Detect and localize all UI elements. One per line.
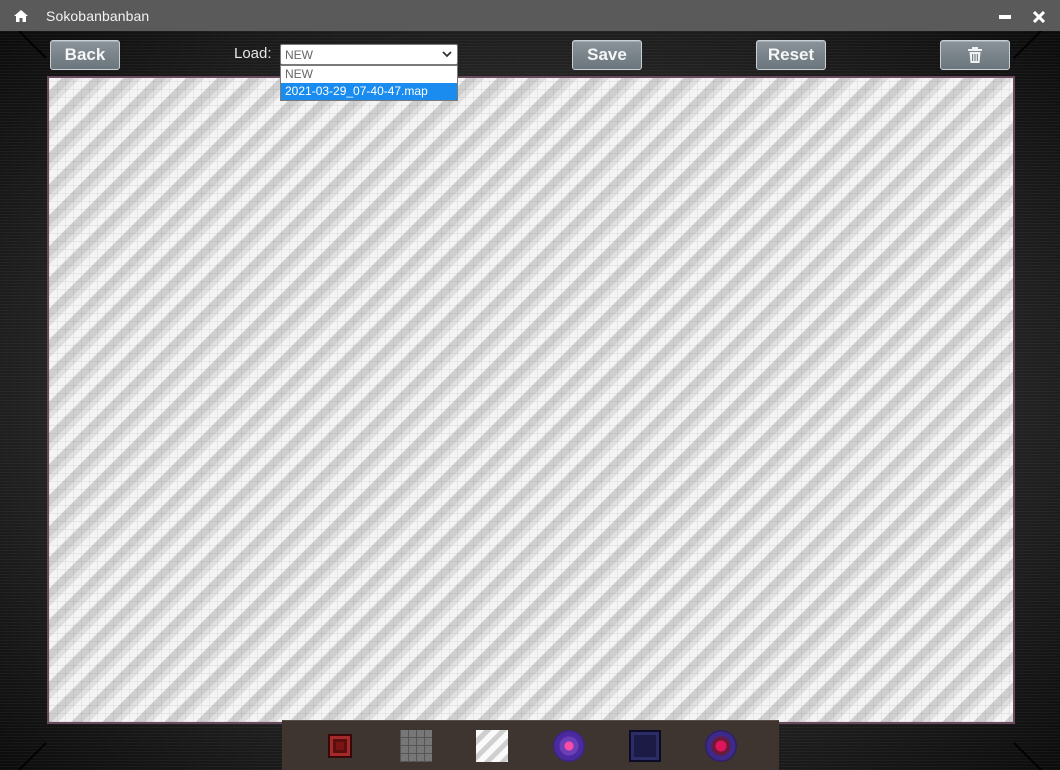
frame-corner-decoration — [3, 31, 47, 59]
delete-button[interactable] — [940, 40, 1010, 70]
back-button[interactable]: Back — [50, 40, 120, 70]
save-button[interactable]: Save — [572, 40, 642, 70]
palette-empty-tile[interactable] — [476, 729, 509, 762]
dropdown-option-map[interactable]: 2021-03-29_07-40-47.map — [281, 83, 457, 100]
close-icon[interactable] — [1032, 10, 1046, 23]
palette-box-tile[interactable] — [628, 729, 661, 762]
window-title: Sokobanbanban — [46, 7, 150, 24]
load-select-value: NEW — [285, 47, 313, 62]
load-select[interactable]: NEW — [280, 44, 458, 65]
window-controls — [999, 10, 1046, 23]
palette-player-tile[interactable] — [704, 729, 737, 762]
trash-icon — [968, 47, 982, 63]
title-bar: Sokobanbanban — [0, 0, 1060, 31]
palette-floor-tile[interactable] — [400, 729, 433, 762]
tile-palette — [282, 720, 779, 770]
dropdown-option-new[interactable]: NEW — [281, 66, 457, 83]
minimize-icon[interactable] — [999, 14, 1011, 19]
palette-wall-tile[interactable] — [324, 730, 356, 762]
load-dropdown: NEW 2021-03-29_07-40-47.map — [280, 65, 458, 101]
chevron-down-icon — [442, 51, 452, 58]
palette-goal-tile[interactable] — [552, 729, 585, 762]
map-board[interactable] — [47, 76, 1015, 724]
frame-corner-decoration — [3, 742, 47, 770]
frame-corner-decoration — [1013, 31, 1057, 59]
editor-frame: Back Load: NEW NEW 2021-03-29_07-40-47.m… — [0, 31, 1060, 770]
home-icon[interactable] — [14, 9, 28, 22]
reset-button[interactable]: Reset — [756, 40, 826, 70]
load-label: Load: — [234, 45, 272, 62]
frame-corner-decoration — [1013, 742, 1057, 770]
